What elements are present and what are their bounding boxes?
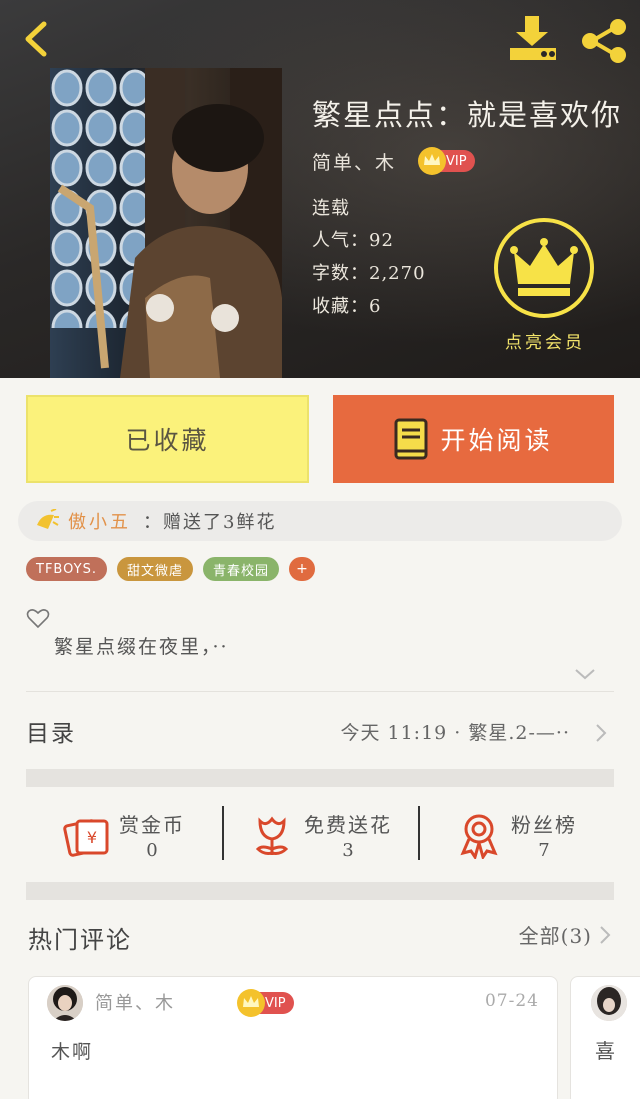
comment-text: 喜 (595, 1039, 615, 1063)
more-tags-button[interactable]: + (289, 557, 315, 581)
medal-icon (460, 814, 498, 859)
comment-card[interactable]: 简单、木 VIP 07-24 木啊 (28, 976, 558, 1099)
book-title: 繁星点点：就是喜欢你 (312, 98, 623, 132)
avatar[interactable] (47, 985, 83, 1021)
toc-latest-update: 今天 11:19 · 繁星.2-—·· (340, 721, 570, 744)
section-divider (26, 882, 614, 900)
section-divider (26, 769, 614, 787)
start-reading-label: 开始阅读 (440, 426, 553, 455)
divider (26, 691, 614, 692)
book-favorites: 收藏：6 (312, 296, 382, 317)
tag-list: TFBOYS. 甜文微虐 青春校园 + (26, 557, 315, 581)
stat-label: 赏金币 (119, 813, 185, 837)
see-all-comments-button[interactable]: 全部(3) (519, 920, 612, 949)
author-name[interactable]: 简单、木 (312, 148, 396, 175)
stat-value: 3 (342, 840, 354, 861)
crown-icon (237, 989, 265, 1017)
favorited-label: 已收藏 (125, 426, 210, 455)
crown-icon (510, 238, 578, 296)
start-reading-button[interactable]: 开始阅读 (333, 395, 614, 483)
svg-text:¥: ¥ (87, 828, 97, 847)
table-of-contents-row[interactable]: 目录 今天 11:19 · 繁星.2-—·· (26, 698, 614, 764)
stat-value: 7 (538, 840, 550, 861)
comment-text: 木啊 (51, 1041, 94, 1063)
gift-notice[interactable]: 傲小五 ：赠送了3鲜花 (18, 501, 622, 541)
book-icon (394, 418, 428, 460)
download-icon[interactable] (506, 14, 560, 62)
chevron-right-icon (600, 925, 611, 944)
avatar[interactable] (591, 985, 627, 1021)
cover-illustration (50, 68, 282, 378)
money-icon: ¥ (63, 819, 109, 857)
chevron-right-icon (596, 724, 607, 742)
free-flower-button[interactable]: 免费送花 3 (222, 788, 418, 882)
vip-label: VIP (265, 995, 286, 1011)
chevron-down-icon[interactable] (574, 666, 596, 682)
book-status: 连载 (312, 198, 350, 219)
stat-value: 0 (146, 840, 158, 861)
reward-coin-button[interactable]: ¥ 赏金币 0 (26, 788, 222, 882)
share-icon[interactable] (580, 18, 628, 64)
vip-badge: VIP (418, 147, 475, 175)
crown-icon (418, 147, 447, 175)
fan-ranking-button[interactable]: 粉丝榜 7 (418, 788, 614, 882)
author-row: 简单、木 VIP (312, 146, 475, 176)
member-label[interactable]: 点亮会员 (470, 328, 620, 353)
vip-badge: VIP (237, 989, 294, 1017)
book-header: 繁星点点：就是喜欢你 简单、木 VIP 连载 人气：92 字数：2,270 收藏… (0, 0, 640, 378)
heart-icon[interactable] (26, 606, 50, 630)
book-word-count: 字数：2,270 (312, 263, 426, 284)
see-all-label: 全部(3) (518, 924, 592, 948)
stat-label: 免费送花 (304, 813, 392, 837)
stats-row: ¥ 赏金币 0 免费送花 3 粉丝榜 7 (26, 788, 614, 882)
gift-giver: 傲小五 (68, 512, 131, 533)
favorited-button[interactable]: 已收藏 (26, 395, 309, 483)
book-cover[interactable] (50, 68, 282, 378)
book-popularity: 人气：92 (312, 230, 394, 251)
back-icon[interactable] (18, 18, 54, 60)
stat-label: 粉丝榜 (511, 813, 577, 837)
toc-label: 目录 (26, 721, 76, 747)
tag-item[interactable]: 青春校园 (202, 557, 279, 581)
comment-username[interactable]: 简单、木 (95, 989, 175, 1015)
tag-item[interactable]: TFBOYS. (26, 557, 107, 581)
gift-text: ：赠送了3鲜花 (143, 512, 277, 533)
comment-card[interactable]: 喜 (570, 976, 640, 1099)
vip-label: VIP (446, 153, 467, 169)
tag-item[interactable]: 甜文微虐 (116, 557, 193, 581)
book-summary[interactable]: 繁星点缀在夜里，·· (54, 632, 229, 659)
flower-icon (255, 816, 289, 855)
hot-comments-title: 热门评论 (28, 926, 132, 954)
megaphone-icon (37, 509, 59, 529)
member-button[interactable] (494, 218, 594, 318)
comment-date: 07-24 (484, 991, 539, 1011)
